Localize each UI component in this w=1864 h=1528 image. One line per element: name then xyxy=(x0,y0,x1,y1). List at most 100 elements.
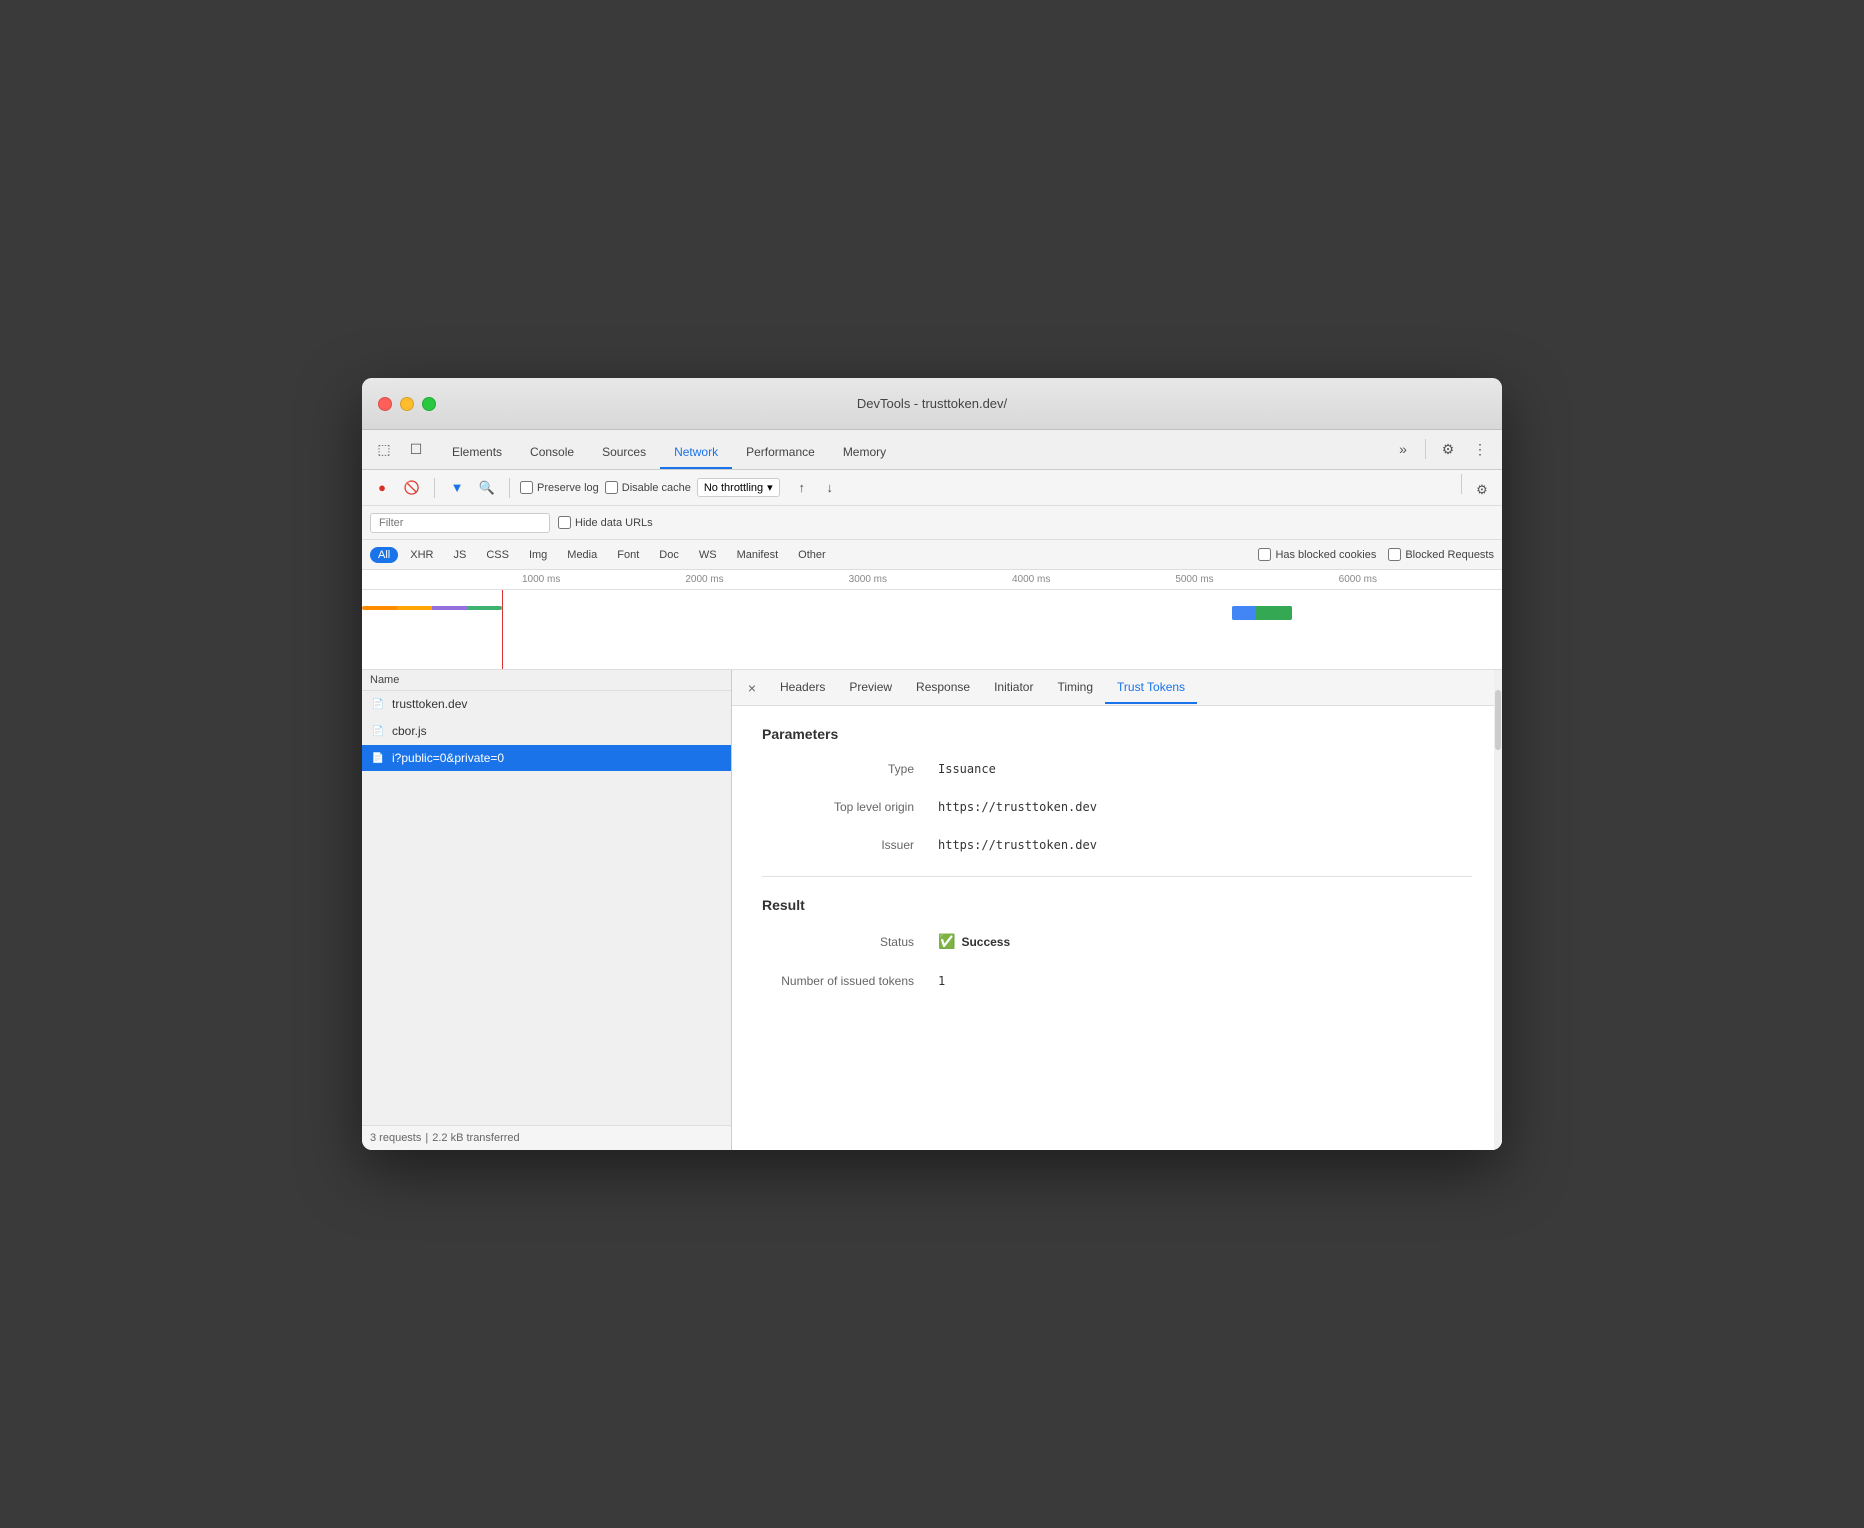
record-button[interactable]: ● xyxy=(370,476,394,500)
file-items: 📄 trusttoken.dev 📄 cbor.js 📄 i?public=0&… xyxy=(362,691,731,1125)
file-item-ipublic[interactable]: 📄 i?public=0&private=0 xyxy=(362,745,731,772)
tab-elements[interactable]: Elements xyxy=(438,437,516,469)
status-row: Status ✅ Success xyxy=(762,933,1472,950)
ruler-mark-1: 1000 ms xyxy=(522,574,685,585)
type-filter-js[interactable]: JS xyxy=(445,547,474,563)
hide-data-urls-label[interactable]: Hide data URLs xyxy=(558,516,653,529)
filter-input[interactable] xyxy=(370,513,550,533)
file-list-header: Name xyxy=(362,670,731,691)
download-icon[interactable]: ↓ xyxy=(818,476,842,500)
detail-tab-initiator[interactable]: Initiator xyxy=(982,672,1045,704)
detail-tab-response[interactable]: Response xyxy=(904,672,982,704)
type-filter-other[interactable]: Other xyxy=(790,547,834,563)
parameters-section: Parameters Type Issuance Top level origi… xyxy=(762,726,1472,852)
file-icon-2: 📄 xyxy=(370,723,386,739)
maximize-button[interactable] xyxy=(422,397,436,411)
timeline-ruler: 1000 ms 2000 ms 3000 ms 4000 ms 5000 ms … xyxy=(362,570,1502,590)
tab-performance[interactable]: Performance xyxy=(732,437,829,469)
type-filter-css[interactable]: CSS xyxy=(478,547,517,563)
type-filter-font[interactable]: Font xyxy=(609,547,647,563)
right-toolbar: » ⚙ ⋮ xyxy=(1389,435,1494,469)
blocked-requests-label[interactable]: Blocked Requests xyxy=(1388,548,1494,561)
chevron-down-icon: ▾ xyxy=(767,481,773,494)
scrollbar-track[interactable] xyxy=(1494,670,1502,1150)
network-settings: ⚙ xyxy=(1457,474,1494,502)
main-content: Name 📄 trusttoken.dev 📄 cbor.js 📄 i?publ… xyxy=(362,670,1502,1150)
detail-tab-preview[interactable]: Preview xyxy=(837,672,904,704)
ruler-mark-6: 6000 ms xyxy=(1339,574,1502,585)
device-icon[interactable]: ☐ xyxy=(402,435,430,463)
type-value: Issuance xyxy=(938,762,996,776)
detail-tab-trust-tokens[interactable]: Trust Tokens xyxy=(1105,672,1197,704)
hide-data-urls-checkbox[interactable] xyxy=(558,516,571,529)
top-level-origin-value: https://trusttoken.dev xyxy=(938,800,1097,814)
timeline: 1000 ms 2000 ms 3000 ms 4000 ms 5000 ms … xyxy=(362,570,1502,670)
timeline-vertical-line xyxy=(502,590,503,670)
type-filter-all[interactable]: All xyxy=(370,547,398,563)
top-level-origin-row: Top level origin https://trusttoken.dev xyxy=(762,800,1472,814)
type-filter-xhr[interactable]: XHR xyxy=(402,547,441,563)
settings-icon[interactable]: ⚙ xyxy=(1434,435,1462,463)
more-tabs-icon[interactable]: » xyxy=(1389,435,1417,463)
close-button[interactable] xyxy=(378,397,392,411)
close-panel-button[interactable]: × xyxy=(740,676,764,700)
ruler-mark-5: 5000 ms xyxy=(1175,574,1338,585)
network-toolbar: ● 🚫 ▼ 🔍 Preserve log Disable cache No th… xyxy=(362,470,1502,506)
success-icon: ✅ xyxy=(938,933,955,950)
status-value-container: ✅ Success xyxy=(938,933,1010,950)
file-item-cbor[interactable]: 📄 cbor.js xyxy=(362,718,731,745)
title-bar: DevTools - trusttoken.dev/ xyxy=(362,378,1502,430)
file-icon-1: 📄 xyxy=(370,696,386,712)
search-button[interactable]: 🔍 xyxy=(475,476,499,500)
disable-cache-checkbox[interactable] xyxy=(605,481,618,494)
transferred-size: 2.2 kB transferred xyxy=(432,1132,519,1144)
type-filter-bar: All XHR JS CSS Img Media Font Doc WS Man… xyxy=(362,540,1502,570)
network-settings-icon[interactable]: ⚙ xyxy=(1470,478,1494,502)
clear-button[interactable]: 🚫 xyxy=(400,476,424,500)
tab-sources[interactable]: Sources xyxy=(588,437,660,469)
tab-network[interactable]: Network xyxy=(660,437,732,469)
ruler-mark-4: 4000 ms xyxy=(1012,574,1175,585)
type-filter-ws[interactable]: WS xyxy=(691,547,725,563)
cursor-icon[interactable]: ⬚ xyxy=(370,435,398,463)
result-title: Result xyxy=(762,897,1472,913)
blocked-checks: Has blocked cookies Blocked Requests xyxy=(1258,548,1494,561)
has-blocked-cookies-checkbox[interactable] xyxy=(1258,548,1271,561)
has-blocked-cookies-label[interactable]: Has blocked cookies xyxy=(1258,548,1376,561)
filter-button[interactable]: ▼ xyxy=(445,476,469,500)
type-filter-img[interactable]: Img xyxy=(521,547,555,563)
file-icon-3: 📄 xyxy=(370,750,386,766)
detail-panel: × Headers Preview Response Initiator Tim… xyxy=(732,670,1502,1150)
preserve-log-label[interactable]: Preserve log xyxy=(520,481,599,494)
throttle-select[interactable]: No throttling ▾ xyxy=(697,478,780,497)
file-list-footer: 3 requests | 2.2 kB transferred xyxy=(362,1125,731,1150)
file-list: Name 📄 trusttoken.dev 📄 cbor.js 📄 i?publ… xyxy=(362,670,732,1150)
toolbar-separator xyxy=(1425,439,1426,459)
ruler-mark-3: 3000 ms xyxy=(849,574,1012,585)
parameters-title: Parameters xyxy=(762,726,1472,742)
left-toolbar: ⬚ ☐ xyxy=(370,435,430,469)
type-filter-media[interactable]: Media xyxy=(559,547,605,563)
window-title: DevTools - trusttoken.dev/ xyxy=(857,396,1007,411)
toolbar-separator-2 xyxy=(509,478,510,498)
blocked-requests-checkbox[interactable] xyxy=(1388,548,1401,561)
devtools-tab-bar: ⬚ ☐ Elements Console Sources Network Per… xyxy=(362,430,1502,470)
type-row: Type Issuance xyxy=(762,762,1472,776)
type-filter-manifest[interactable]: Manifest xyxy=(729,547,787,563)
upload-icon[interactable]: ↑ xyxy=(790,476,814,500)
disable-cache-label[interactable]: Disable cache xyxy=(605,481,691,494)
scrollbar-thumb[interactable] xyxy=(1495,690,1501,750)
detail-tab-headers[interactable]: Headers xyxy=(768,672,837,704)
tab-memory[interactable]: Memory xyxy=(829,437,900,469)
section-divider xyxy=(762,876,1472,877)
preserve-log-checkbox[interactable] xyxy=(520,481,533,494)
detail-tab-timing[interactable]: Timing xyxy=(1045,672,1105,704)
timeline-bar-multicolor xyxy=(362,606,502,610)
minimize-button[interactable] xyxy=(400,397,414,411)
file-item-trusttoken[interactable]: 📄 trusttoken.dev xyxy=(362,691,731,718)
traffic-lights xyxy=(378,397,436,411)
menu-icon[interactable]: ⋮ xyxy=(1466,435,1494,463)
tab-console[interactable]: Console xyxy=(516,437,588,469)
type-filter-doc[interactable]: Doc xyxy=(651,547,687,563)
tokens-row: Number of issued tokens 1 xyxy=(762,974,1472,988)
